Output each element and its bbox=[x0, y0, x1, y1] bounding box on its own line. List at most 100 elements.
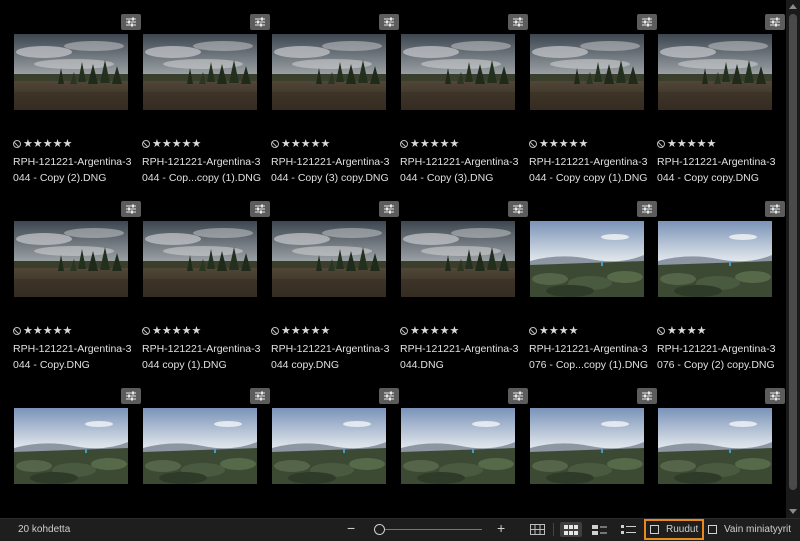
rating-row: ★★★★★ bbox=[142, 138, 201, 150]
thumbnail-item[interactable]: ★★★★★ RPH-121221-Argentina-3 044 - Copy … bbox=[529, 0, 657, 184]
thumbnail-item[interactable] bbox=[529, 374, 657, 518]
star-rating[interactable]: ★★★★★ bbox=[667, 138, 716, 150]
tile-view-button[interactable] bbox=[560, 522, 582, 537]
thumbnail-item[interactable]: ★★★★★ RPH-121221-Argentina-3 044.DNG bbox=[400, 187, 528, 371]
reject-flag-icon[interactable] bbox=[400, 140, 408, 148]
list-view-button[interactable] bbox=[617, 522, 639, 537]
thumbnail-image[interactable] bbox=[143, 221, 257, 297]
thumbnail-item[interactable] bbox=[271, 374, 399, 518]
thumbnail-image[interactable] bbox=[401, 34, 515, 110]
edit-settings-icon[interactable] bbox=[379, 201, 399, 217]
thumbnail-item[interactable] bbox=[142, 374, 270, 518]
star-rating[interactable]: ★★★★★ bbox=[539, 138, 588, 150]
thumbnail-image[interactable] bbox=[401, 408, 515, 484]
thumbnail-image[interactable] bbox=[143, 34, 257, 110]
vertical-scrollbar[interactable] bbox=[786, 0, 800, 518]
file-name: RPH-121221-Argentina-3 044 - Copy.DNG bbox=[13, 343, 132, 371]
scroll-down-arrow-icon[interactable] bbox=[789, 509, 797, 514]
thumbnail-image[interactable] bbox=[401, 221, 515, 297]
zoom-out-button[interactable]: − bbox=[347, 521, 355, 535]
edit-settings-icon[interactable] bbox=[250, 14, 270, 30]
edit-settings-icon[interactable] bbox=[765, 14, 785, 30]
thumbnail-item[interactable]: ★★★★★ RPH-121221-Argentina-3 044 - Cop..… bbox=[142, 0, 270, 184]
grid-view-button[interactable] bbox=[526, 522, 548, 537]
thumbnail-image[interactable] bbox=[530, 221, 644, 297]
star-rating[interactable]: ★★★★★ bbox=[152, 325, 201, 337]
star-rating[interactable]: ★★★★★ bbox=[23, 325, 72, 337]
edit-settings-icon[interactable] bbox=[121, 14, 141, 30]
reject-flag-icon[interactable] bbox=[657, 327, 665, 335]
thumbnail-image[interactable] bbox=[272, 408, 386, 484]
star-rating[interactable]: ★★★★ bbox=[667, 325, 706, 337]
edit-settings-icon[interactable] bbox=[121, 201, 141, 217]
zoom-in-button[interactable]: + bbox=[497, 521, 505, 535]
edit-settings-icon[interactable] bbox=[765, 388, 785, 404]
scrollbar-thumb[interactable] bbox=[789, 14, 797, 490]
thumbnail-image[interactable] bbox=[658, 408, 772, 484]
thumbnail-image[interactable] bbox=[272, 34, 386, 110]
thumbnail-item[interactable]: ★★★★★ RPH-121221-Argentina-3 044 - Copy … bbox=[271, 0, 399, 184]
item-count: 20 kohdetta bbox=[18, 524, 71, 535]
file-name: RPH-121221-Argentina-3 044 - Copy (2).DN… bbox=[13, 156, 132, 184]
edit-settings-icon[interactable] bbox=[379, 388, 399, 404]
thumbnail-image[interactable] bbox=[530, 34, 644, 110]
rating-row: ★★★★★ bbox=[271, 138, 330, 150]
edit-settings-icon[interactable] bbox=[121, 388, 141, 404]
edit-settings-icon[interactable] bbox=[250, 388, 270, 404]
thumbnail-image[interactable] bbox=[658, 34, 772, 110]
thumbnails-only-checkbox[interactable]: Vain miniatyyrit bbox=[708, 521, 791, 538]
thumbnail-item[interactable]: ★★★★★ RPH-121221-Argentina-3 044 - Copy.… bbox=[13, 187, 141, 371]
reject-flag-icon[interactable] bbox=[13, 140, 21, 148]
star-rating[interactable]: ★★★★★ bbox=[410, 325, 459, 337]
thumbnail-item[interactable] bbox=[13, 374, 141, 518]
edit-settings-icon[interactable] bbox=[379, 14, 399, 30]
thumbnail-item[interactable]: ★★★★★ RPH-121221-Argentina-3 044 copy.DN… bbox=[271, 187, 399, 371]
star-rating[interactable]: ★★★★★ bbox=[281, 325, 330, 337]
tiles-checkbox[interactable]: Ruudut bbox=[643, 519, 705, 540]
thumbnail-item[interactable]: ★★★★★ RPH-121221-Argentina-3 044 - Copy … bbox=[657, 0, 785, 184]
edit-settings-icon[interactable] bbox=[765, 201, 785, 217]
thumbnail-image[interactable] bbox=[14, 221, 128, 297]
thumbnail-item[interactable]: ★★★★ RPH-121221-Argentina-3 076 - Copy (… bbox=[657, 187, 785, 371]
thumbnail-item[interactable]: ★★★★★ RPH-121221-Argentina-3 044 - Copy … bbox=[13, 0, 141, 184]
thumbnail-image[interactable] bbox=[272, 221, 386, 297]
zoom-slider-track[interactable] bbox=[382, 529, 482, 530]
reject-flag-icon[interactable] bbox=[142, 327, 150, 335]
reject-flag-icon[interactable] bbox=[13, 327, 21, 335]
reject-flag-icon[interactable] bbox=[529, 140, 537, 148]
thumbnail-image[interactable] bbox=[530, 408, 644, 484]
thumbnail-item[interactable] bbox=[400, 374, 528, 518]
edit-settings-icon[interactable] bbox=[508, 201, 528, 217]
thumbnail-item[interactable] bbox=[657, 374, 785, 518]
reject-flag-icon[interactable] bbox=[142, 140, 150, 148]
reject-flag-icon[interactable] bbox=[400, 327, 408, 335]
thumbnail-item[interactable]: ★★★★★ RPH-121221-Argentina-3 044 copy (1… bbox=[142, 187, 270, 371]
star-rating[interactable]: ★★★★★ bbox=[23, 138, 72, 150]
edit-settings-icon[interactable] bbox=[637, 388, 657, 404]
reject-flag-icon[interactable] bbox=[657, 140, 665, 148]
reject-flag-icon[interactable] bbox=[271, 327, 279, 335]
thumbnail-item[interactable]: ★★★★ RPH-121221-Argentina-3 076 - Cop...… bbox=[529, 187, 657, 371]
zoom-slider-handle[interactable] bbox=[374, 524, 385, 535]
edit-settings-icon[interactable] bbox=[637, 201, 657, 217]
scroll-up-arrow-icon[interactable] bbox=[789, 4, 797, 9]
reject-flag-icon[interactable] bbox=[529, 327, 537, 335]
star-rating[interactable]: ★★★★ bbox=[539, 325, 578, 337]
thumbnails-only-checkbox-box[interactable] bbox=[708, 525, 717, 534]
edit-settings-icon[interactable] bbox=[637, 14, 657, 30]
reject-flag-icon[interactable] bbox=[271, 140, 279, 148]
thumbnail-image[interactable] bbox=[658, 221, 772, 297]
thumbnail-item[interactable]: ★★★★★ RPH-121221-Argentina-3 044 - Copy … bbox=[400, 0, 528, 184]
star-rating[interactable]: ★★★★★ bbox=[410, 138, 459, 150]
detail-view-button[interactable] bbox=[588, 522, 610, 537]
edit-settings-icon[interactable] bbox=[508, 14, 528, 30]
star-rating[interactable]: ★★★★★ bbox=[281, 138, 330, 150]
edit-settings-icon[interactable] bbox=[250, 201, 270, 217]
thumbnail-image[interactable] bbox=[14, 34, 128, 110]
edit-settings-icon[interactable] bbox=[508, 388, 528, 404]
star-rating[interactable]: ★★★★★ bbox=[152, 138, 201, 150]
tiles-checkbox-box[interactable] bbox=[650, 525, 659, 534]
thumbnail-image[interactable] bbox=[14, 408, 128, 484]
file-name: RPH-121221-Argentina-3 044 copy (1).DNG bbox=[142, 343, 261, 371]
thumbnail-image[interactable] bbox=[143, 408, 257, 484]
